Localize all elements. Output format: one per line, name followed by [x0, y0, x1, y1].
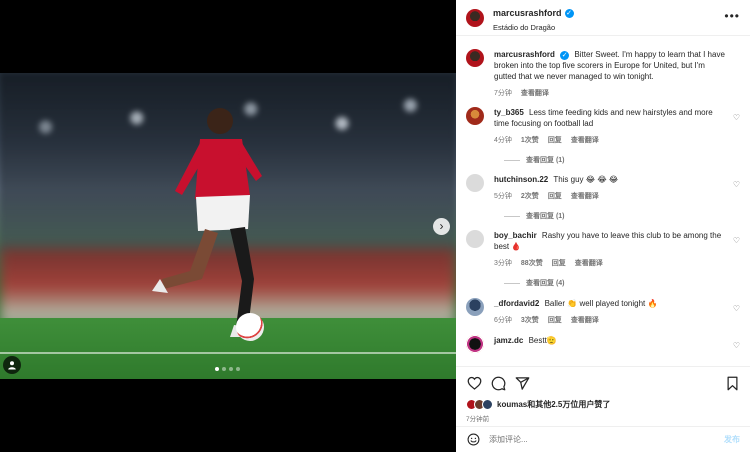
photo-football [236, 313, 264, 341]
carousel-dot [236, 367, 240, 371]
avatar[interactable] [466, 298, 484, 316]
comment-likes-link[interactable]: 2次赞 [521, 191, 539, 201]
caption-time: 7分钟 [494, 90, 512, 97]
avatar[interactable] [466, 174, 484, 192]
comment-username[interactable]: hutchinson.22 [494, 175, 548, 184]
comment-time: 5分钟 [494, 193, 512, 200]
comment-text: This guy 😂 😂 😂 [553, 175, 619, 184]
header-username[interactable]: marcusrashford [493, 8, 562, 18]
comment-likes-link[interactable]: 3次赞 [521, 315, 539, 325]
carousel-dot [215, 367, 219, 371]
reply-button[interactable]: 回复 [548, 315, 562, 325]
comment-username[interactable]: boy_bachir [494, 231, 537, 240]
list-item: _dfordavid2 Baller 👏 well played tonight… [466, 298, 740, 325]
verified-badge-icon: ✓ [564, 8, 574, 18]
post-location[interactable]: Estádio do Dragão [493, 23, 574, 32]
comment-heart-icon[interactable]: ♡ [733, 236, 740, 245]
likes-count-text[interactable]: 和其他2.5万位用户赞了 [527, 400, 610, 409]
reply-button[interactable]: 回复 [548, 191, 562, 201]
comment-composer: 发布 [456, 426, 750, 452]
caption-username[interactable]: marcusrashford [494, 50, 555, 59]
user-icon [8, 361, 16, 370]
emoji-icon[interactable] [466, 433, 480, 447]
bookmark-icon[interactable] [724, 375, 740, 391]
comment-username[interactable]: _dfordavid2 [494, 299, 539, 308]
reply-button[interactable]: 回复 [548, 135, 562, 145]
comment-icon[interactable] [490, 375, 506, 391]
carousel-indicator [215, 367, 240, 371]
chevron-right-icon: › [439, 219, 444, 233]
carousel-dot [222, 367, 226, 371]
comment-text: Bestt🫡 [528, 336, 557, 345]
likes-summary[interactable]: koumas和其他2.5万位用户赞了 [466, 399, 740, 410]
comment-likes-link[interactable]: 88次赞 [521, 258, 543, 268]
post-comment-button[interactable]: 发布 [724, 434, 740, 445]
comment-time: 4分钟 [494, 137, 512, 144]
action-bar [466, 372, 740, 394]
comment-likes-link[interactable]: 1次赞 [521, 135, 539, 145]
avatar[interactable] [466, 8, 484, 27]
post-timestamp[interactable]: 7分钟前 [466, 413, 740, 423]
view-translation-link[interactable]: 查看翻译 [521, 88, 549, 98]
likes-user[interactable]: koumas [497, 400, 527, 409]
comments-list[interactable]: marcusrashford ✓ Bitter Sweet. I'm happy… [456, 37, 750, 365]
post-media: › [0, 0, 456, 452]
comment-heart-icon[interactable]: ♡ [733, 180, 740, 189]
comment-input[interactable] [489, 435, 724, 444]
carousel-next-button[interactable]: › [433, 218, 450, 235]
photo-player-figure [152, 108, 262, 337]
view-translation-link[interactable]: 查看翻译 [571, 135, 599, 145]
comment-text: Baller 👏 well played tonight 🔥 [544, 299, 658, 308]
view-replies-link[interactable]: 查看回复 (1) [504, 155, 740, 165]
carousel-dot [229, 367, 233, 371]
view-translation-link[interactable]: 查看翻译 [575, 258, 603, 268]
list-item: ty_b365 Less time feeding kids and new h… [466, 107, 740, 145]
list-item: hutchinson.22 This guy 😂 😂 😂 5分钟 2次赞 回复 … [466, 174, 740, 201]
avatar[interactable] [466, 107, 484, 125]
comment-time: 3分钟 [494, 260, 512, 267]
comment-username[interactable]: ty_b365 [494, 108, 524, 117]
comment-text: Less time feeding kids and new hairstyle… [494, 108, 713, 128]
post-actions: koumas和其他2.5万位用户赞了 7分钟前 [456, 366, 750, 423]
comment-heart-icon[interactable]: ♡ [733, 341, 740, 350]
view-replies-link[interactable]: 查看回复 (1) [504, 211, 740, 221]
heart-icon[interactable] [466, 375, 482, 391]
list-item: boy_bachir Rashy you have to leave this … [466, 230, 740, 268]
avatar[interactable] [466, 230, 484, 248]
tagged-users-button[interactable] [3, 356, 21, 374]
view-translation-link[interactable]: 查看翻译 [571, 315, 599, 325]
post-detail-panel: marcusrashford ✓ Estádio do Dragão ••• m… [456, 0, 750, 452]
post-caption: marcusrashford ✓ Bitter Sweet. I'm happy… [466, 49, 740, 98]
more-icon[interactable]: ••• [724, 10, 740, 22]
avatar[interactable] [466, 49, 484, 67]
comment-heart-icon[interactable]: ♡ [733, 304, 740, 313]
view-translation-link[interactable]: 查看翻译 [571, 191, 599, 201]
list-item: jamz.dc Bestt🫡 ♡ [466, 335, 740, 353]
post-photo[interactable] [0, 73, 456, 379]
avatar [482, 399, 493, 410]
comment-username[interactable]: jamz.dc [494, 336, 523, 345]
post-header: marcusrashford ✓ Estádio do Dragão ••• [456, 0, 750, 36]
comment-heart-icon[interactable]: ♡ [733, 113, 740, 122]
view-replies-link[interactable]: 查看回复 (4) [504, 278, 740, 288]
share-icon[interactable] [514, 375, 530, 391]
reply-button[interactable]: 回复 [552, 258, 566, 268]
comment-time: 6分钟 [494, 317, 512, 324]
verified-badge-icon: ✓ [560, 51, 570, 60]
avatar[interactable] [466, 335, 484, 353]
